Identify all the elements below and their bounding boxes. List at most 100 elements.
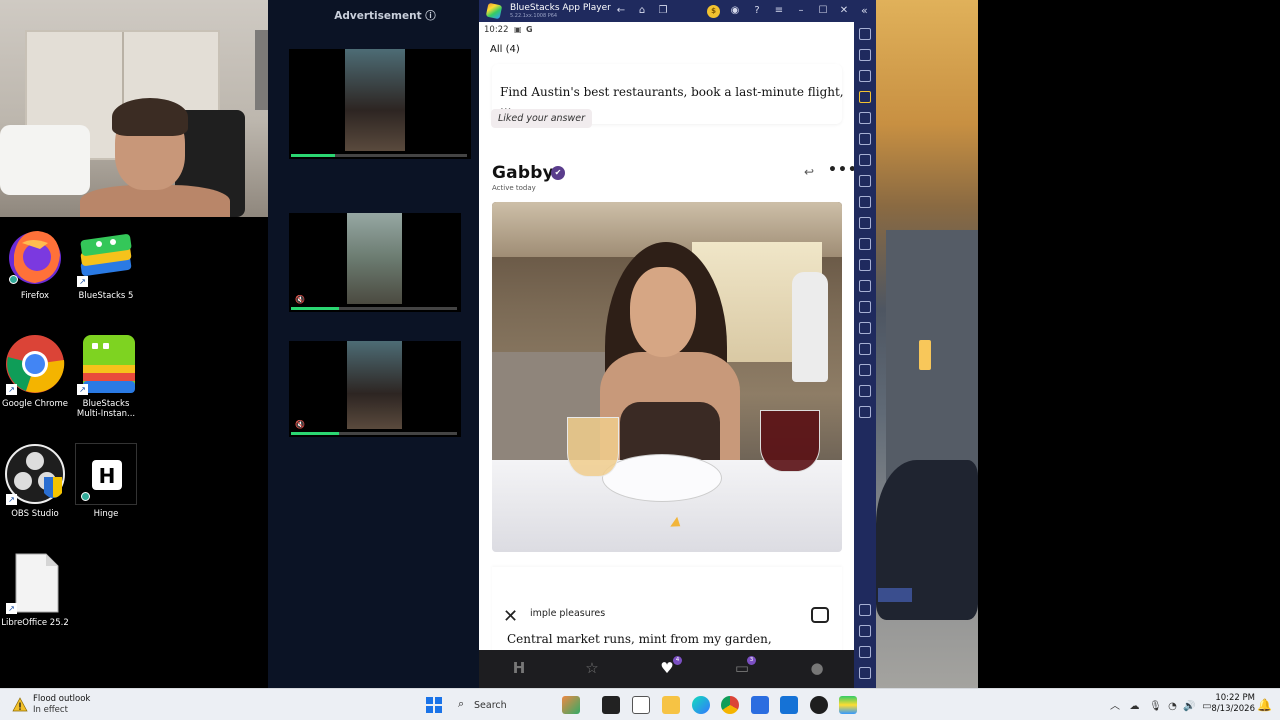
android-recents-icon[interactable] bbox=[859, 667, 871, 679]
desktop-icon-label: LibreOffice 25.2 bbox=[1, 618, 69, 628]
record-icon[interactable] bbox=[859, 217, 871, 229]
desktop-icon-label: Firefox bbox=[20, 291, 50, 301]
android-home-icon[interactable] bbox=[859, 646, 871, 658]
screenshot-icon[interactable] bbox=[859, 196, 871, 208]
webcam-overlay bbox=[0, 0, 290, 217]
fullscreen-icon[interactable] bbox=[859, 28, 871, 40]
ad-video-2[interactable]: 🔇 bbox=[289, 213, 461, 312]
home-icon[interactable]: ⌂ bbox=[635, 3, 649, 19]
status-time: 10:22 bbox=[484, 25, 509, 35]
performance-icon[interactable] bbox=[859, 175, 871, 187]
taskbar-notepad-icon[interactable] bbox=[632, 696, 650, 714]
shake-icon[interactable] bbox=[859, 280, 871, 292]
recent-apps-icon[interactable]: ❐ bbox=[656, 3, 670, 19]
mute-icon[interactable]: 🔇 bbox=[295, 295, 305, 304]
warning-icon[interactable] bbox=[12, 697, 28, 713]
desktop-icon-libreoffice[interactable]: ↗ LibreOffice 25.2 bbox=[0, 552, 70, 628]
taskbar-search[interactable]: ⌕ Search bbox=[452, 694, 552, 716]
nav-profile-avatar[interactable]: ● bbox=[807, 659, 827, 677]
taskbar-app-icon[interactable] bbox=[780, 696, 798, 714]
minimize-icon[interactable]: – bbox=[794, 3, 808, 19]
desktop-icon-chrome[interactable]: ↗ Google Chrome bbox=[0, 333, 70, 409]
desktop: Firefox ↗ BlueStacks 5 ↗ Google Chrome ↗… bbox=[0, 0, 1280, 720]
help-icon[interactable]: ? bbox=[750, 3, 764, 19]
back-icon[interactable]: ← bbox=[614, 3, 628, 19]
speaker-icon[interactable]: 🔊 bbox=[1183, 701, 1195, 712]
eco-mode-icon[interactable] bbox=[859, 238, 871, 250]
nav-discover-icon[interactable]: H bbox=[509, 659, 529, 677]
sync-instances-icon[interactable] bbox=[859, 385, 871, 397]
mute-icon[interactable]: 🔇 bbox=[295, 420, 305, 429]
menu-icon[interactable]: ≡ bbox=[772, 3, 786, 19]
wifi-icon[interactable]: ◔ bbox=[1168, 701, 1177, 712]
maximize-icon[interactable]: ☐ bbox=[816, 3, 830, 19]
media-manager-icon[interactable] bbox=[859, 259, 871, 271]
desktop-icon-firefox[interactable]: Firefox bbox=[0, 225, 70, 301]
ad-video-1[interactable] bbox=[289, 49, 471, 159]
more-options-icon[interactable]: ••• bbox=[828, 162, 854, 178]
taskbar-task-view-icon[interactable] bbox=[602, 696, 620, 714]
taskbar-bluestacks-icon[interactable] bbox=[839, 696, 857, 714]
notification-bell-icon[interactable]: 🔔 bbox=[1257, 698, 1272, 712]
desktop-icon-label: Google Chrome bbox=[1, 399, 69, 409]
start-chat-icon[interactable] bbox=[811, 607, 829, 623]
taskbar-chrome-icon[interactable] bbox=[721, 696, 739, 714]
hinge-bottom-nav: H ☆ ♥ 4 ▭ 3 ● bbox=[479, 650, 854, 688]
profile-photo[interactable] bbox=[492, 202, 842, 552]
undo-icon[interactable]: ↩ bbox=[804, 165, 814, 179]
chrome-icon: ↗ bbox=[4, 333, 66, 395]
settings-icon[interactable] bbox=[859, 604, 871, 616]
likes-filter[interactable]: All (4) bbox=[490, 44, 520, 55]
activity-status: Active today bbox=[492, 184, 536, 192]
desktop-icon-bluestacks[interactable]: ↗ BlueStacks 5 bbox=[71, 225, 141, 301]
bluestacks-logo-icon bbox=[485, 2, 503, 20]
desktop-icon-bluestacks-multi-instance[interactable]: ↗ BlueStacks Multi-Instan... bbox=[71, 333, 141, 419]
close-window-icon[interactable]: ✕ bbox=[837, 3, 851, 19]
google-icon: G bbox=[526, 25, 533, 34]
ad-video-3[interactable]: 🔇 bbox=[289, 341, 461, 437]
matches-count-badge: 3 bbox=[747, 656, 756, 665]
document-icon: ↗ bbox=[4, 552, 66, 614]
macro-icon[interactable] bbox=[859, 154, 871, 166]
android-back-icon[interactable] bbox=[859, 625, 871, 637]
taskbar-widget-app-icon[interactable] bbox=[562, 696, 580, 714]
collapse-sidebar-icon[interactable]: « bbox=[861, 4, 868, 17]
install-apk-icon[interactable] bbox=[859, 301, 871, 313]
volume-icon[interactable] bbox=[859, 49, 871, 61]
sync-icon[interactable] bbox=[859, 133, 871, 145]
verified-badge-icon: ✔ bbox=[551, 166, 565, 180]
taskbar-calculator-icon[interactable] bbox=[751, 696, 769, 714]
profile-name: Gabby bbox=[492, 163, 554, 183]
system-tray[interactable]: ︿ ☁ 🎙 ◔ 🔊 ▭ bbox=[1110, 697, 1212, 712]
keyboard-icon[interactable] bbox=[859, 70, 871, 82]
sidebar-panel-icon[interactable] bbox=[859, 406, 871, 418]
hinge-app-screen: 10:22 ▣ G All (4) Find Austin's best res… bbox=[479, 22, 854, 688]
points-coin-icon[interactable]: $ bbox=[707, 5, 720, 18]
layers-icon[interactable] bbox=[859, 364, 871, 376]
taskbar-edge-icon[interactable] bbox=[692, 696, 710, 714]
taskbar-file-explorer-icon[interactable] bbox=[662, 696, 680, 714]
desktop-icon-hinge[interactable]: H Hinge bbox=[71, 443, 141, 519]
weather-widget-subtitle: In effect bbox=[33, 705, 68, 715]
erase-icon[interactable] bbox=[859, 322, 871, 334]
taskbar-obs-icon[interactable] bbox=[810, 696, 828, 714]
show-hidden-icons-icon[interactable]: ︿ bbox=[1110, 701, 1120, 712]
account-icon[interactable]: ◉ bbox=[728, 3, 742, 19]
remove-like-x-icon[interactable]: ✕ bbox=[503, 606, 518, 627]
bluestacks-titlebar[interactable]: BlueStacks App Player 5.22.1xx.1008 P64 … bbox=[479, 0, 876, 22]
onedrive-icon[interactable]: ☁ bbox=[1130, 701, 1140, 712]
weather-widget-title[interactable]: Flood outlook bbox=[33, 694, 90, 704]
desktop-wallpaper bbox=[876, 0, 978, 688]
bluestacks-version: 5.22.1xx.1008 P64 bbox=[510, 13, 558, 19]
ad-video-progress bbox=[291, 154, 335, 157]
start-button[interactable] bbox=[426, 697, 442, 713]
rotate-icon[interactable] bbox=[859, 112, 871, 124]
desktop-icon-obs-studio[interactable]: ↗ OBS Studio bbox=[0, 443, 70, 519]
location-icon[interactable] bbox=[859, 343, 871, 355]
microphone-icon[interactable]: 🎙 bbox=[1149, 701, 1162, 712]
windows-taskbar: Flood outlook In effect ⌕ Search ︿ ☁ 🎙 ◔… bbox=[0, 688, 1280, 720]
nav-standouts-icon[interactable]: ☆ bbox=[582, 659, 602, 677]
taskbar-clock[interactable]: 10:22 PM 8/13/2026 bbox=[1207, 693, 1255, 715]
svg-text:H: H bbox=[99, 464, 116, 488]
game-controls-icon[interactable] bbox=[859, 91, 871, 103]
